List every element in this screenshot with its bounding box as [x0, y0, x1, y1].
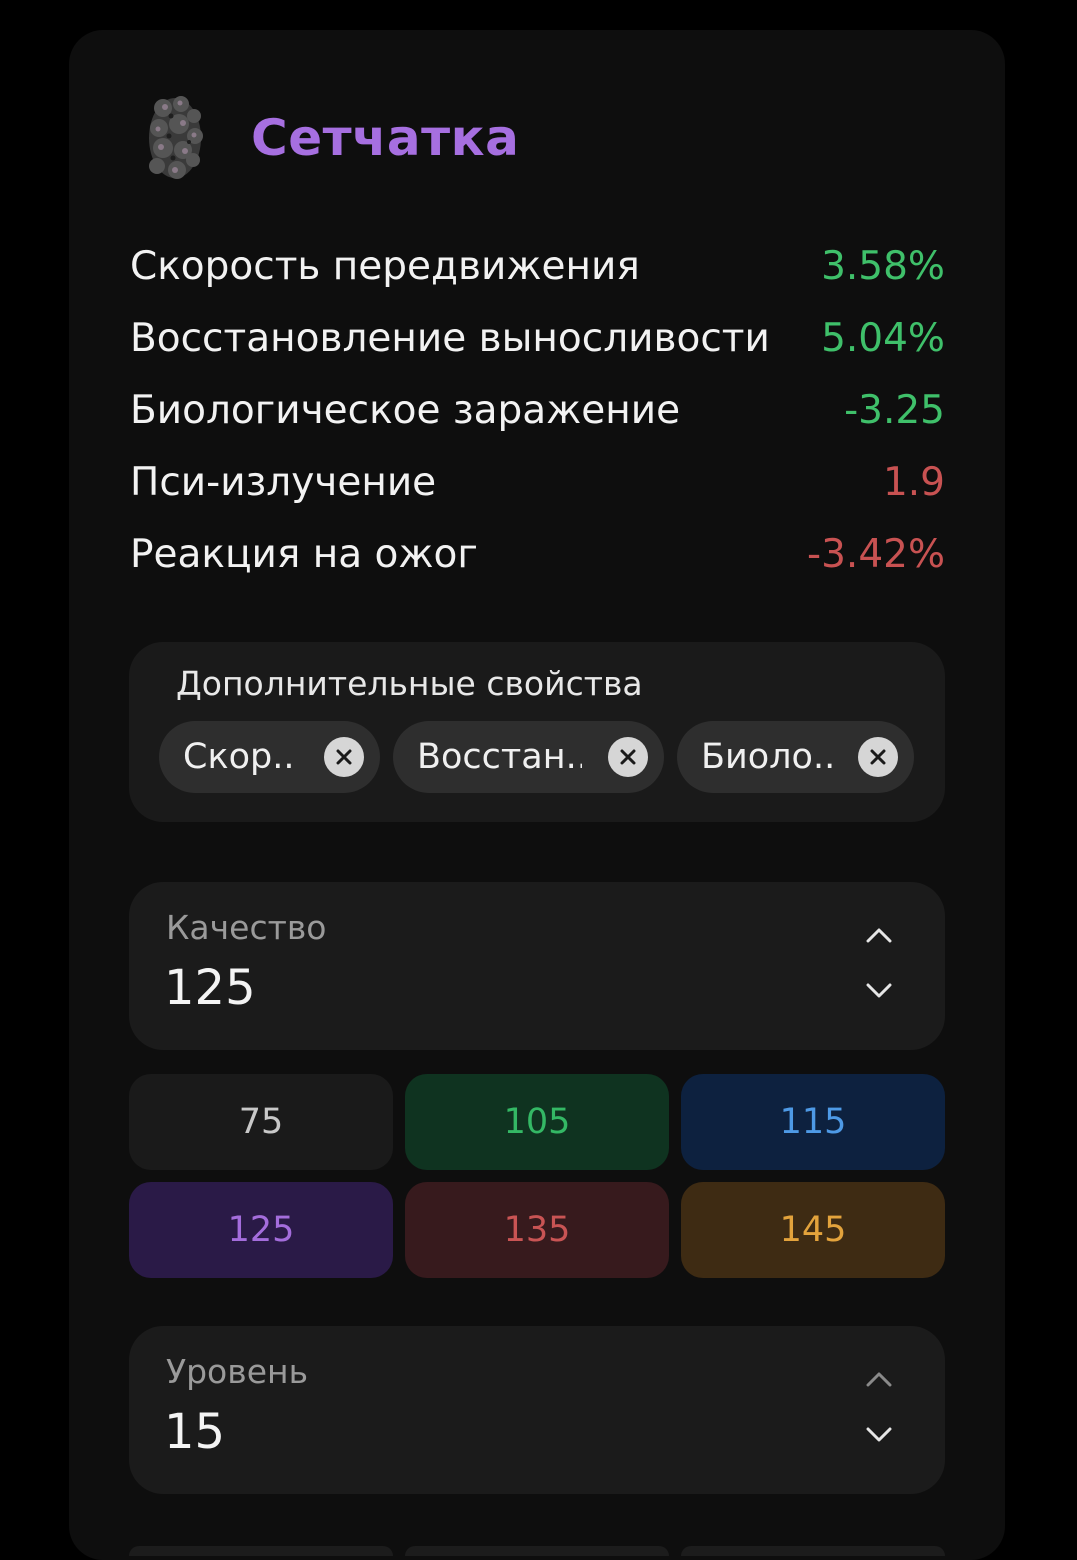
level-field[interactable]: Уровень 15	[129, 1326, 945, 1494]
quality-increment-button[interactable]	[859, 920, 899, 950]
stat-value: -3.42%	[807, 531, 945, 577]
quality-field[interactable]: Качество 125	[129, 882, 945, 1050]
quality-label: Качество	[166, 908, 327, 947]
stat-row: Пси-излучение 1.9	[130, 446, 945, 518]
quality-presets: 75 105 115 125 135 145	[129, 1074, 945, 1278]
chip-label: Скор...	[183, 737, 298, 777]
quality-option-button[interactable]: 135	[405, 1182, 669, 1278]
chevron-up-icon	[866, 1372, 892, 1387]
stats-list: Скорость передвижения 3.58% Восстановлен…	[130, 230, 945, 590]
chip-label: Биоло...	[701, 737, 832, 777]
stat-value: 3.58%	[821, 243, 945, 289]
property-chip[interactable]: Скор...	[159, 721, 380, 793]
artifact-icon	[149, 96, 203, 179]
artifact-card: Сетчатка Скорость передвижения 3.58% Вос…	[69, 30, 1005, 1560]
quality-option-button[interactable]: 75	[129, 1074, 393, 1170]
stat-value: -3.25	[844, 387, 945, 433]
chip-label: Восстан...	[417, 737, 582, 777]
stat-label: Восстановление выносливости	[130, 315, 770, 361]
stat-row: Скорость передвижения 3.58%	[130, 230, 945, 302]
extra-properties-panel: Дополнительные свойства Скор... Восстан.…	[129, 642, 945, 822]
level-option-button[interactable]	[129, 1546, 393, 1556]
stat-label: Реакция на ожог	[130, 531, 478, 577]
stat-value: 5.04%	[821, 315, 945, 361]
stat-value: 1.9	[882, 459, 945, 505]
artifact-header: Сетчатка	[139, 88, 519, 188]
close-icon[interactable]	[608, 737, 648, 777]
quality-option-button[interactable]: 145	[681, 1182, 945, 1278]
stat-row: Реакция на ожог -3.42%	[130, 518, 945, 590]
stat-label: Биологическое заражение	[130, 387, 681, 433]
chevron-down-icon	[866, 983, 892, 998]
level-option-button[interactable]	[681, 1546, 945, 1556]
extra-properties-title: Дополнительные свойства	[176, 664, 643, 703]
level-increment-button[interactable]	[859, 1364, 899, 1394]
close-icon[interactable]	[324, 737, 364, 777]
extra-properties-chips: Скор... Восстан... Биоло...	[159, 721, 914, 793]
stat-row: Восстановление выносливости 5.04%	[130, 302, 945, 374]
stat-label: Пси-излучение	[130, 459, 437, 505]
quality-option-button[interactable]: 115	[681, 1074, 945, 1170]
quality-option-button[interactable]: 105	[405, 1074, 669, 1170]
quality-decrement-button[interactable]	[859, 976, 899, 1006]
quality-value[interactable]: 125	[164, 960, 256, 1016]
level-value[interactable]: 15	[164, 1404, 225, 1460]
close-icon[interactable]	[858, 737, 898, 777]
stat-label: Скорость передвижения	[130, 243, 640, 289]
level-label: Уровень	[166, 1352, 309, 1391]
chevron-up-icon	[866, 928, 892, 943]
property-chip[interactable]: Биоло...	[677, 721, 914, 793]
level-decrement-button[interactable]	[859, 1420, 899, 1450]
level-presets-partial	[129, 1546, 945, 1556]
level-option-button[interactable]	[405, 1546, 669, 1556]
property-chip[interactable]: Восстан...	[393, 721, 664, 793]
stat-row: Биологическое заражение -3.25	[130, 374, 945, 446]
artifact-title: Сетчатка	[251, 109, 520, 167]
chevron-down-icon	[866, 1427, 892, 1442]
quality-option-button[interactable]: 125	[129, 1182, 393, 1278]
